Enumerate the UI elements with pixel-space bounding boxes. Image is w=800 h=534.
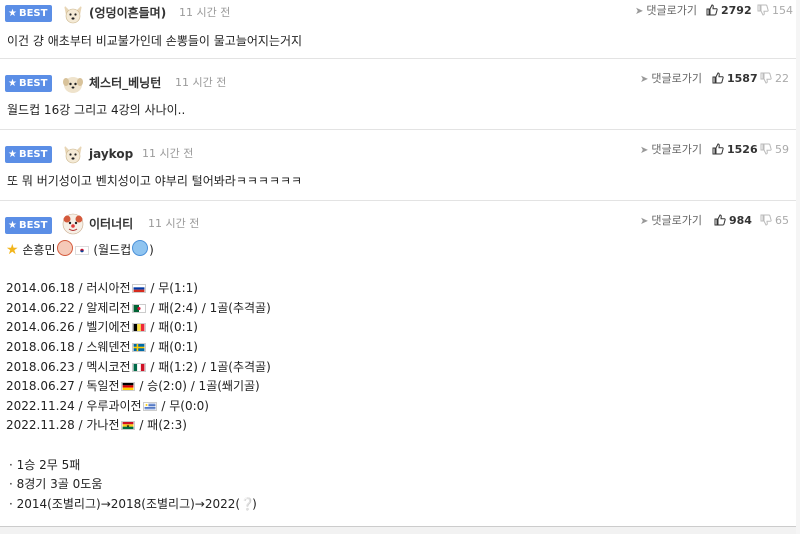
dislike-button[interactable]: 154 [757,3,793,19]
comment-body: 월드컵 16강 그리고 4강의 사나이.. [7,103,186,117]
best-comment: ★ BEST 이터너티 11 시간 전 ➤ 댓글로가기 984 65 ★ 손흥민 (… [0,201,796,526]
match-line: 2022.11.24 / 우루과이전 / 무(0:0) [6,398,209,413]
sweden-flag-icon [131,342,146,352]
best-badge: ★ BEST [5,75,53,92]
author-nickname[interactable]: 이터너티 [89,216,133,232]
like-button[interactable]: 1587 [712,71,758,87]
ghana-flag-icon [120,421,135,431]
best-comment: ★ BEST (엉덩이흔들며) 11 시간 전 ➤ 댓글로가기 2792 154 이… [0,0,796,59]
thumbs-down-icon [757,4,769,16]
star-icon: ★ [8,149,17,160]
best-comment: ★ BEST 체스터_베닝턴 11 시간 전 ➤ 댓글로가기 1587 22 월드컵… [0,59,796,130]
author-nickname[interactable]: jaykop [89,146,133,162]
send-arrow-icon: ➤ [640,216,649,227]
send-arrow-icon: ➤ [640,145,649,156]
like-button[interactable]: 2792 [706,3,752,19]
send-arrow-icon: ➤ [640,74,649,85]
dog-face-avatar[interactable] [62,3,84,25]
clown-avatar[interactable] [62,213,84,235]
match-line: 2018.06.27 / 독일전 / 승(2:0) / 1골(쐐기골) [6,379,260,394]
dislike-button[interactable]: 59 [760,142,789,158]
timestamp: 11 시간 전 [142,147,194,160]
author-nickname[interactable]: (엉덩이흔들며) [89,5,166,21]
comment-header: ★ BEST (엉덩이흔들며) 11 시간 전 ➤ 댓글로가기 2792 154 [0,0,796,30]
comment-header: ★ BEST 체스터_베닝턴 11 시간 전 ➤ 댓글로가기 1587 22 [0,59,796,93]
white-emoji-icon: ❔ [240,496,256,511]
mexico-flag-icon [131,362,146,372]
dislike-button[interactable]: 65 [760,213,789,229]
dog-face-avatar[interactable] [62,143,84,165]
go-to-reply-link[interactable]: ➤ 댓글로가기 [640,213,702,230]
globe-emoji-icon [132,240,149,256]
best-badge: ★ BEST [5,217,53,234]
best-badge: ★ BEST [5,5,53,22]
star-icon: ★ [8,220,17,231]
summary-line: · 1승 2무 5패 [9,457,81,472]
summary-line: · 8경기 3골 0도움 [9,477,103,492]
go-to-reply-link[interactable]: ➤ 댓글로가기 [635,3,697,20]
go-to-reply-link[interactable]: ➤ 댓글로가기 [640,71,702,88]
belgium-flag-icon [131,323,146,333]
timestamp: 11 시간 전 [179,6,231,19]
timestamp: 11 시간 전 [175,76,227,89]
title-text: (월드컵 [93,243,132,257]
dislike-button[interactable]: 22 [760,71,789,87]
comment-body: 이건 걍 애초부터 비교불가인데 손뽕들이 물고늘어지는거지 [7,34,303,48]
vertical-scrollbar[interactable] [796,0,800,534]
thumbs-up-icon [712,143,724,155]
thumbs-up-icon [712,72,724,84]
match-line: 2014.06.22 / 알제리전 / 패(2:4) / 1골(추격골) [6,300,271,315]
comment-header: ★ BEST jaykop 11 시간 전 ➤ 댓글로가기 1526 59 [0,130,796,164]
thumbs-down-icon [760,143,772,155]
best-badge: ★ BEST [5,146,53,163]
comment-title-line: ★ 손흥민 (월드컵) [6,240,271,260]
author-nickname[interactable]: 체스터_베닝턴 [89,75,161,91]
comment-body: 또 뭐 버기성이고 벤치성이고 야부리 털어봐라ㅋㅋㅋㅋㅋㅋ [7,174,303,188]
go-to-reply-link[interactable]: ➤ 댓글로가기 [640,142,702,159]
title-text: ) [149,243,154,257]
thumbs-down-icon [760,72,772,84]
small-dog-avatar[interactable] [62,73,84,95]
timestamp: 11 시간 전 [148,217,200,230]
star-icon: ★ [8,8,17,19]
comment-header: ★ BEST 이터너티 11 시간 전 ➤ 댓글로가기 984 65 [0,201,796,235]
like-button[interactable]: 984 [714,213,752,229]
match-line: 2018.06.18 / 스웨덴전 / 패(0:1) [6,339,198,354]
match-line: 2014.06.18 / 러시아전 / 무(1:1) [6,281,198,296]
star-emoji-icon: ★ [6,242,19,258]
star-icon: ★ [8,78,17,89]
thumbs-up-icon [706,4,718,16]
title-text: 손흥민 [22,243,56,257]
horizontal-scrollbar[interactable] [0,526,800,534]
germany-flag-icon [120,382,135,392]
russia-flag-icon [131,284,146,294]
thumbs-up-icon [714,214,726,226]
comment-page: ★ BEST (엉덩이흔들며) 11 시간 전 ➤ 댓글로가기 2792 154 이… [0,0,800,534]
comment-body: ★ 손흥민 (월드컵) 2014.06.18 / 러시아전 / 무(1:1) 2… [6,240,271,514]
summary-line: · 2014(조별리그)→2018(조별리그)→2022(❔) [9,496,257,511]
like-button[interactable]: 1526 [712,142,758,158]
korea-flag-icon [74,246,89,255]
best-comment: ★ BEST jaykop 11 시간 전 ➤ 댓글로가기 1526 59 또 뭐 … [0,130,796,201]
send-arrow-icon: ➤ [635,6,644,17]
clown-emoji-icon [56,240,73,256]
match-line: 2018.06.23 / 멕시코전 / 패(1:2) / 1골(추격골) [6,359,271,374]
match-line: 2014.06.26 / 벨기에전 / 패(0:1) [6,320,198,335]
algeria-flag-icon [131,303,146,313]
match-line: 2022.11.28 / 가나전 / 패(2:3) [6,418,187,433]
thumbs-down-icon [760,214,772,226]
uruguay-flag-icon [142,401,157,411]
